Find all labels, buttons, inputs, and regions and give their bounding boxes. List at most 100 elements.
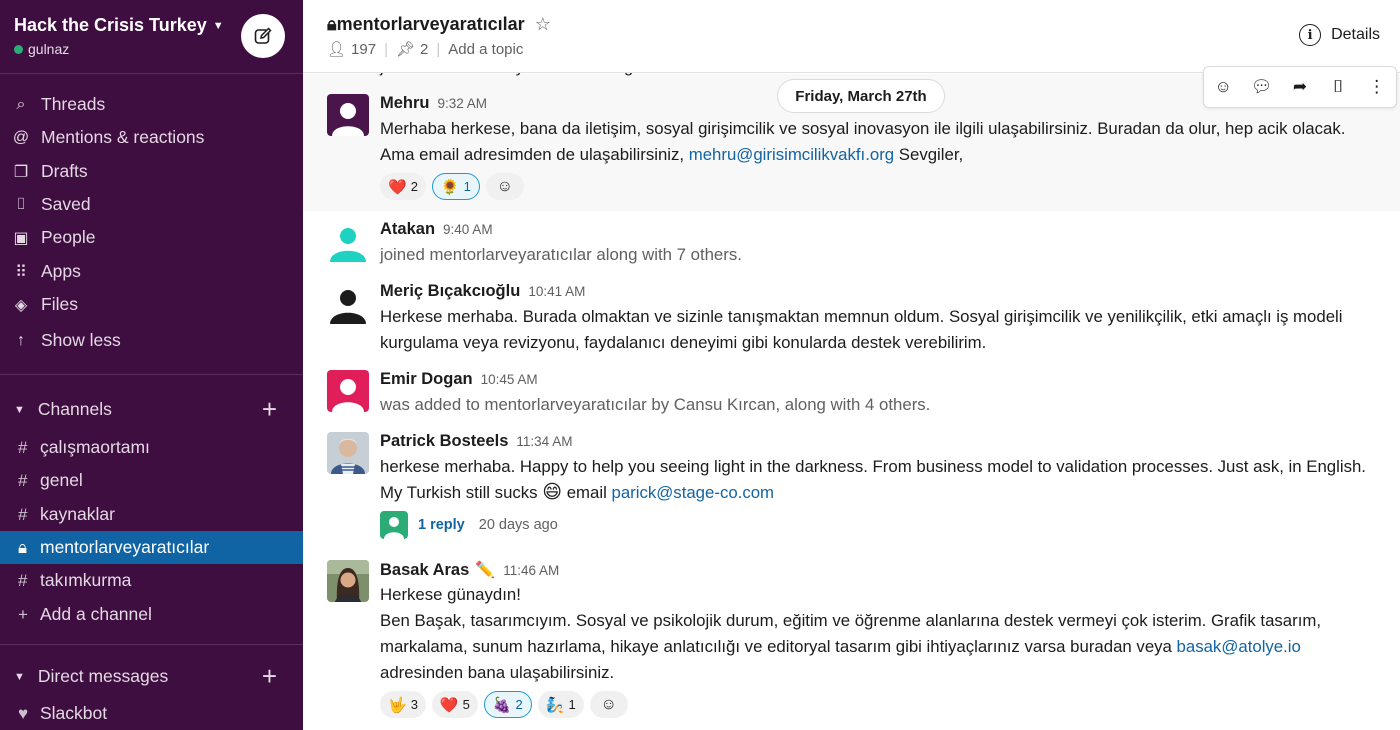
author-name[interactable]: Patrick Bosteels — [380, 432, 508, 450]
info-icon: i — [1299, 24, 1322, 46]
add-topic-link[interactable]: Add a topic — [448, 41, 523, 58]
author-name[interactable]: Emir Dogan — [380, 370, 473, 388]
sidebar-item-channel[interactable]: # kaynaklar — [0, 498, 303, 531]
message-header: Atakan 9:40 AM — [380, 220, 493, 239]
sidebar-item-threads[interactable]: ⌕ Threads — [0, 88, 303, 121]
date-divider[interactable]: Friday, March 27th — [777, 79, 945, 113]
details-button[interactable]: i Details — [1299, 24, 1380, 46]
grinning-emoji-icon: 😄 — [542, 482, 563, 503]
member-count[interactable]: 197 — [351, 41, 376, 58]
reaction-sunflower[interactable]: 🌻 1 — [431, 173, 480, 200]
thread-replies[interactable]: 1 reply 20 days ago — [380, 511, 558, 539]
author-name[interactable]: Mehru — [380, 94, 430, 112]
reaction-genie[interactable]: 🧞 1 — [537, 691, 584, 718]
avatar[interactable] — [327, 560, 369, 602]
star-icon[interactable]: ☆ — [535, 14, 551, 34]
main-pane: 🔒︎mentorlarveyaratıcılar ☆ 👤︎ 197 | 📌︎ 2 | … — [303, 0, 1400, 730]
sidebar-divider — [0, 644, 303, 645]
sidebar-item-dm[interactable]: ♥ Slackbot — [0, 697, 303, 730]
member-icon: 👤︎ — [327, 41, 347, 58]
timestamp[interactable]: 11:34 AM — [516, 434, 572, 449]
dm-section-header[interactable]: ▼ Direct messages + — [0, 660, 303, 693]
timestamp[interactable]: 10:41 AM — [528, 284, 585, 299]
message-header: Patrick Bosteels 11:34 AM — [380, 432, 572, 451]
last-reply-time: 20 days ago — [478, 517, 558, 533]
add-channel-plus-icon[interactable]: + — [262, 394, 277, 425]
add-reaction-icon[interactable]: ☺ — [1208, 72, 1238, 102]
add-reaction-icon: ☺ — [600, 695, 617, 713]
sidebar-item-drafts[interactable]: ❐ Drafts — [0, 155, 303, 188]
at-icon: @ — [12, 128, 30, 146]
sidebar-divider — [0, 374, 303, 375]
channels-section-header[interactable]: ▼ Channels + — [0, 393, 303, 426]
sidebar: Hack the Crisis Turkey ▼ gulnaz ⌕ Threads … — [0, 0, 303, 730]
hash-icon: # — [18, 570, 28, 590]
apps-icon: ⠿ — [15, 263, 27, 281]
email-link[interactable]: basak@atolye.io — [1177, 637, 1301, 656]
timestamp[interactable]: 10:45 AM — [481, 372, 538, 387]
workspace-name[interactable]: Hack the Crisis Turkey ▼ — [14, 15, 224, 36]
add-reaction-icon: ☺ — [496, 177, 514, 195]
reaction-heart[interactable]: ❤️ 5 — [431, 691, 478, 718]
add-reaction-button[interactable]: ☺ — [589, 691, 628, 718]
threads-icon: ⌕ — [16, 95, 26, 113]
sidebar-item-channel[interactable]: # takımkurma — [0, 564, 303, 597]
pin-count[interactable]: 2 — [420, 41, 428, 58]
sidebar-item-channel[interactable]: # çalışmaortamı — [0, 431, 303, 464]
current-user: gulnaz — [14, 41, 69, 57]
caret-down-icon: ▼ — [14, 670, 25, 683]
sidebar-item-saved[interactable]: ⌷ Saved — [0, 188, 303, 221]
avatar[interactable] — [327, 282, 369, 324]
avatar[interactable] — [327, 220, 369, 262]
sidebar-item-files[interactable]: ◈ Files — [0, 288, 303, 321]
reaction-grapes[interactable]: 🍇 2 — [483, 691, 532, 718]
add-reaction-button[interactable]: ☺ — [485, 173, 524, 200]
lock-icon: 🔒︎ — [18, 537, 28, 557]
arrow-up-icon: ↑ — [17, 331, 25, 349]
share-icon[interactable]: ➦ — [1285, 72, 1315, 102]
avatar[interactable] — [327, 94, 369, 136]
message-text: Herkese günaydın! Ben Başak, tasarımcıyı… — [380, 585, 1322, 682]
timestamp[interactable]: 9:40 AM — [443, 222, 493, 237]
avatar[interactable] — [327, 432, 369, 474]
add-channel-button[interactable]: + Add a channel — [0, 598, 303, 631]
reaction-love-you-gesture[interactable]: 🤟 3 — [380, 691, 426, 718]
reply-count-link[interactable]: 1 reply — [418, 517, 465, 533]
reaction-heart[interactable]: ❤️ 2 — [380, 173, 426, 200]
more-actions-icon[interactable]: ⋮ — [1362, 72, 1392, 102]
hash-icon: # — [18, 437, 28, 457]
channel-header: 🔒︎mentorlarveyaratıcılar ☆ 👤︎ 197 | 📌︎ 2 | … — [303, 0, 1400, 73]
reply-avatar — [380, 511, 408, 539]
author-name[interactable]: Atakan — [380, 220, 435, 238]
email-link[interactable]: parick@stage-co.com — [612, 483, 775, 502]
compose-button[interactable] — [241, 14, 285, 58]
author-name[interactable]: Meriç Bıçakcıoğlu — [380, 282, 520, 300]
message-text: Merhaba herkese, bana da iletişim, sosya… — [380, 119, 1346, 164]
avatar[interactable] — [327, 370, 369, 412]
sidebar-item-apps[interactable]: ⠿ Apps — [0, 255, 303, 288]
new-dm-plus-icon[interactable]: + — [262, 661, 277, 692]
system-message-text: joined mentorlarveyaratıcılar along with… — [380, 245, 742, 264]
reactions: 🤟 3 ❤️ 5 🍇 2 🧞 1 ☺ — [380, 691, 628, 718]
reply-thread-icon[interactable]: 💬︎ — [1247, 72, 1277, 102]
reactions: ❤️ 2 🌻 1 ☺ — [380, 173, 524, 200]
message-text: Herkese merhaba. Burada olmaktan ve sizi… — [380, 307, 1343, 352]
sidebar-item-channel-active[interactable]: 🔒︎ mentorlarveyaratıcılar — [0, 531, 303, 564]
sidebar-item-channel[interactable]: # genel — [0, 464, 303, 497]
hash-icon: # — [18, 504, 28, 524]
bookmark-icon[interactable]: ⌷ — [1323, 72, 1353, 102]
timestamp[interactable]: 9:32 AM — [438, 96, 488, 111]
plus-icon: + — [18, 604, 28, 624]
sidebar-item-show-less[interactable]: ↑ Show less — [0, 324, 303, 357]
email-link[interactable]: mehru@girisimcilikvakfı.org — [689, 145, 894, 164]
hash-icon: # — [18, 470, 28, 490]
author-name[interactable]: Basak Aras — [380, 561, 469, 579]
workspace-header[interactable]: Hack the Crisis Turkey ▼ gulnaz — [0, 0, 303, 74]
timestamp[interactable]: 11:46 AM — [503, 563, 559, 578]
channel-title[interactable]: 🔒︎mentorlarveyaratıcılar ☆ — [327, 14, 551, 35]
sidebar-item-people[interactable]: ▣ People — [0, 221, 303, 254]
heart-icon: ♥ — [18, 703, 29, 723]
message-header: Basak Aras ✏️ 11:46 AM — [380, 560, 559, 580]
caret-down-icon: ▼ — [14, 403, 25, 416]
sidebar-item-mentions[interactable]: @ Mentions & reactions — [0, 121, 303, 154]
